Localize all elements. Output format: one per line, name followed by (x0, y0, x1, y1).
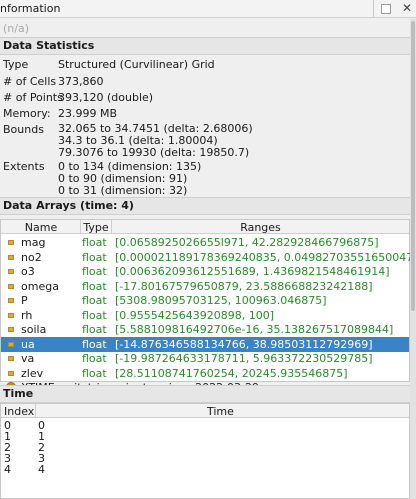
time-row[interactable]: 44 (1, 464, 409, 475)
array-row[interactable]: va float [-19.987264633178711, 5.963372230… (1, 351, 409, 366)
point-array-icon (8, 356, 14, 361)
array-row[interactable]: rh float [0.9555425643920898, 100] (1, 308, 409, 323)
time-table: Index Time 0011223344 (0, 403, 410, 499)
array-name: ua (21, 337, 35, 351)
array-row[interactable]: omega float [-17.80167579650879, 23.588668… (1, 279, 409, 294)
bounds-line: 79.3076 to 19930 (delta: 19850.7) (58, 146, 250, 159)
point-array-icon (8, 240, 14, 245)
array-name: omega (21, 279, 59, 293)
stat-value: 23.999 MB (58, 107, 118, 120)
column-name-header[interactable]: Name (1, 221, 81, 234)
array-name: mag (21, 236, 46, 249)
array-type: float (82, 250, 107, 264)
array-row[interactable]: mag float [0.0658925026655l971, 42.2829284… (1, 235, 409, 250)
array-range: [0.0658925026655l971, 42.282928466796875… (115, 236, 379, 249)
array-type: float (82, 352, 107, 365)
point-array-icon (8, 283, 14, 289)
array-range: [5.588109816492706e-16, 35.1382675170898… (115, 323, 394, 336)
vertical-scrollbar[interactable] (410, 19, 416, 499)
stat-value: 373,860 (58, 75, 104, 88)
array-name: o3 (21, 265, 35, 278)
undock-icon[interactable] (381, 4, 391, 14)
array-row[interactable]: ua float [-14.876346588134766, 38.98503112… (1, 336, 409, 352)
array-range: [28.51108741760254, 20245.935546875] (115, 366, 348, 380)
array-range: [0.006362093612551689, 1.436982154846191… (115, 265, 390, 278)
point-array-icon (8, 312, 14, 318)
array-name: soila (21, 323, 47, 336)
time-row[interactable]: 00 (1, 420, 409, 431)
data-statistics-heading: Data Statistics (0, 37, 410, 55)
array-range: [-19.987264633178711, 5.963372230529785] (115, 352, 373, 365)
panel-title: nformation (0, 2, 61, 15)
data-arrays-header: Name Type Ranges (1, 220, 409, 234)
array-name: rh (21, 308, 33, 322)
close-icon[interactable]: ✕ (400, 1, 414, 15)
array-range: [-14.876346588134766, 38.98503112792969] (115, 337, 373, 351)
point-array-icon (8, 298, 14, 303)
panel-titlebar: nformation ✕ (0, 0, 416, 18)
point-array-icon (8, 327, 14, 332)
point-array-icon (8, 269, 14, 274)
stat-label: # of Cells (3, 75, 57, 88)
time-row[interactable]: 22 (1, 442, 409, 453)
extents-label: Extents (3, 160, 45, 173)
time-row[interactable]: 33 (1, 453, 409, 464)
array-type: float (82, 236, 107, 249)
point-array-icon (8, 341, 14, 347)
array-name: zlev (21, 366, 44, 380)
column-type-header[interactable]: Type (81, 221, 111, 234)
titlebar-divider (373, 0, 374, 17)
stat-value: Structured (Curvilinear) Grid (58, 58, 215, 71)
time-table-header: Index Time (1, 404, 409, 418)
array-type: float (82, 337, 107, 351)
extents-line: 0 to 31 (dimension: 32) (58, 184, 188, 197)
array-type: float (82, 308, 107, 322)
array-type: float (82, 279, 107, 293)
array-name: no2 (21, 250, 42, 264)
array-row[interactable]: o3 float [0.006362093612551689, 1.43698215… (1, 264, 409, 279)
stat-label: # of Points (3, 91, 63, 104)
array-row[interactable]: no2 float [0.000021189178369240835, 0.0498… (1, 250, 416, 265)
array-row[interactable]: Pfloat [5308.98095703125, 100963.046875] (1, 293, 409, 308)
scrollbar-thumb[interactable] (411, 21, 415, 311)
column-time-header[interactable]: Time (207, 405, 234, 418)
point-array-icon (8, 254, 14, 260)
time-heading: Time (0, 385, 410, 403)
array-range: [0.000021189178369240835, 0.049827035516… (115, 250, 416, 264)
array-range: [5308.98095703125, 100963.046875] (115, 294, 327, 307)
array-range: [0.9555425643920898, 100] (115, 308, 275, 322)
array-name: P (21, 294, 28, 307)
stat-value: 393,120 (double) (58, 91, 154, 104)
array-row[interactable]: soila float [5.588109816492706e-16, 35.138… (1, 322, 409, 337)
array-range: [-17.80167579650879, 23.588668823242188] (115, 279, 373, 293)
time-index: 4 (4, 463, 11, 476)
array-row[interactable]: zlev float [28.51108741760254, 20245.93554… (1, 366, 409, 381)
bounds-label: Bounds (3, 123, 44, 136)
column-index-header[interactable]: Index (4, 405, 34, 418)
array-type: float (82, 323, 107, 336)
column-ranges-header[interactable]: Ranges (112, 221, 409, 234)
time-row[interactable]: 11 (1, 431, 409, 442)
time-value: 4 (38, 463, 45, 476)
array-type: float (82, 366, 107, 380)
point-array-icon (8, 370, 14, 376)
stat-label: Type (3, 58, 29, 71)
stat-label: Memory: (3, 107, 51, 120)
file-name: (n/a) (3, 22, 30, 35)
data-arrays-heading: Data Arrays (time: 4) (0, 197, 410, 215)
data-arrays-table: Name Type Ranges mag float [0.065892502665… (0, 219, 416, 394)
array-type: float (82, 265, 107, 278)
array-name: va (21, 352, 35, 365)
array-type: float (82, 294, 107, 307)
